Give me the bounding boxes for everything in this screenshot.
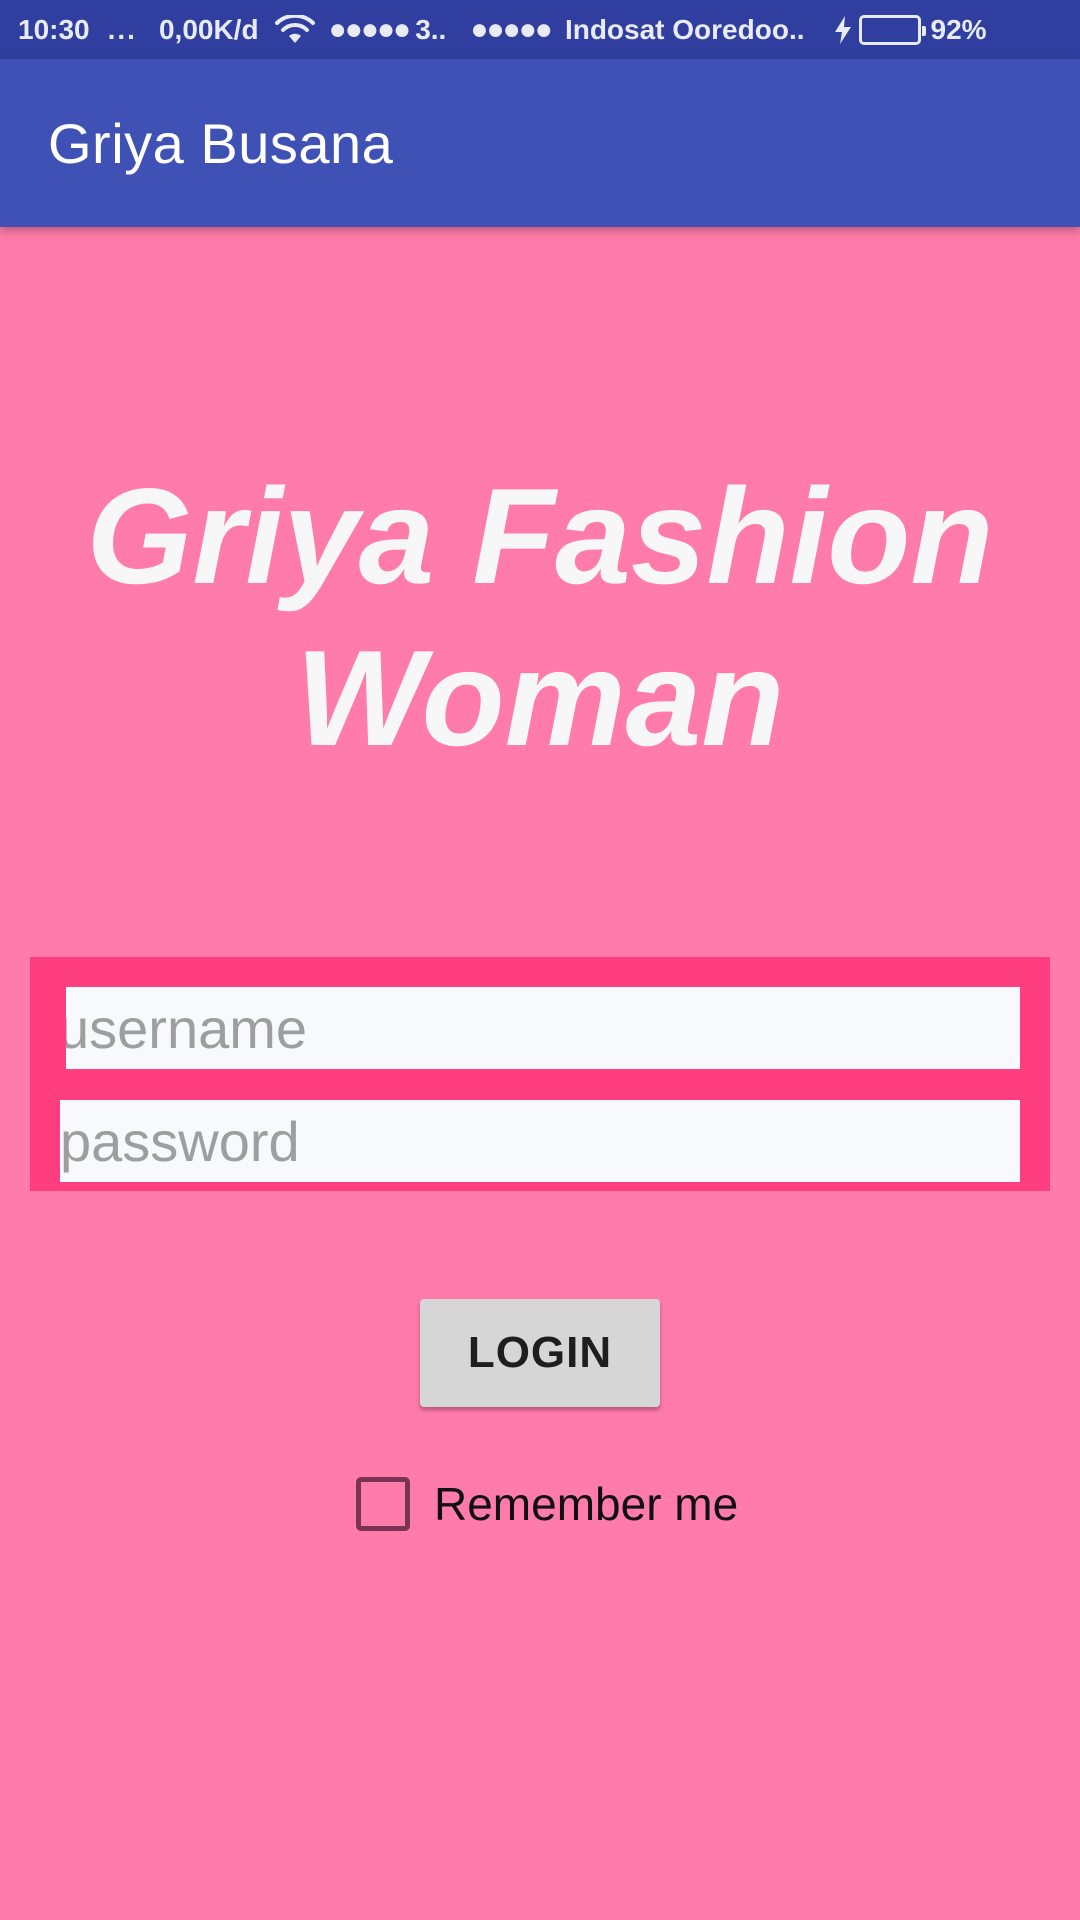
carrier-name: Indosat Ooredoo.. <box>564 13 805 45</box>
signal-strength-1: ●●●●● <box>328 12 412 46</box>
app-title: Griya Busana <box>48 111 394 175</box>
checkbox-icon[interactable] <box>356 1477 410 1531</box>
wifi-icon <box>274 14 315 45</box>
more-notifications-icon: ... <box>107 13 137 45</box>
status-time: 10:30 <box>18 13 90 45</box>
remember-me-checkbox[interactable]: Remember me <box>356 1475 738 1533</box>
lightning-bolt-icon <box>833 15 853 45</box>
network-type: 3.. <box>415 13 447 45</box>
signal-strength-2: ●●●●● <box>470 12 553 46</box>
remember-me-label: Remember me <box>434 1478 739 1530</box>
battery-icon <box>858 14 926 45</box>
status-bar: 10:30 ... 0,00K/d ●●●●● 3.. ●●●●● Indosa… <box>0 0 1080 59</box>
brand-heading: Griya Fashion Woman <box>0 455 1080 779</box>
brand-line-2: Woman <box>295 622 785 774</box>
app-bar: Griya Busana <box>0 59 1080 227</box>
username-input[interactable] <box>66 987 1020 1069</box>
login-button[interactable]: LOGIN <box>420 1299 660 1407</box>
battery-percent: 92% <box>930 13 987 45</box>
network-speed: 0,00K/d <box>158 13 259 45</box>
brand-line-1: Griya Fashion <box>86 460 994 612</box>
login-form <box>30 957 1050 1191</box>
password-input[interactable] <box>60 1100 1020 1182</box>
